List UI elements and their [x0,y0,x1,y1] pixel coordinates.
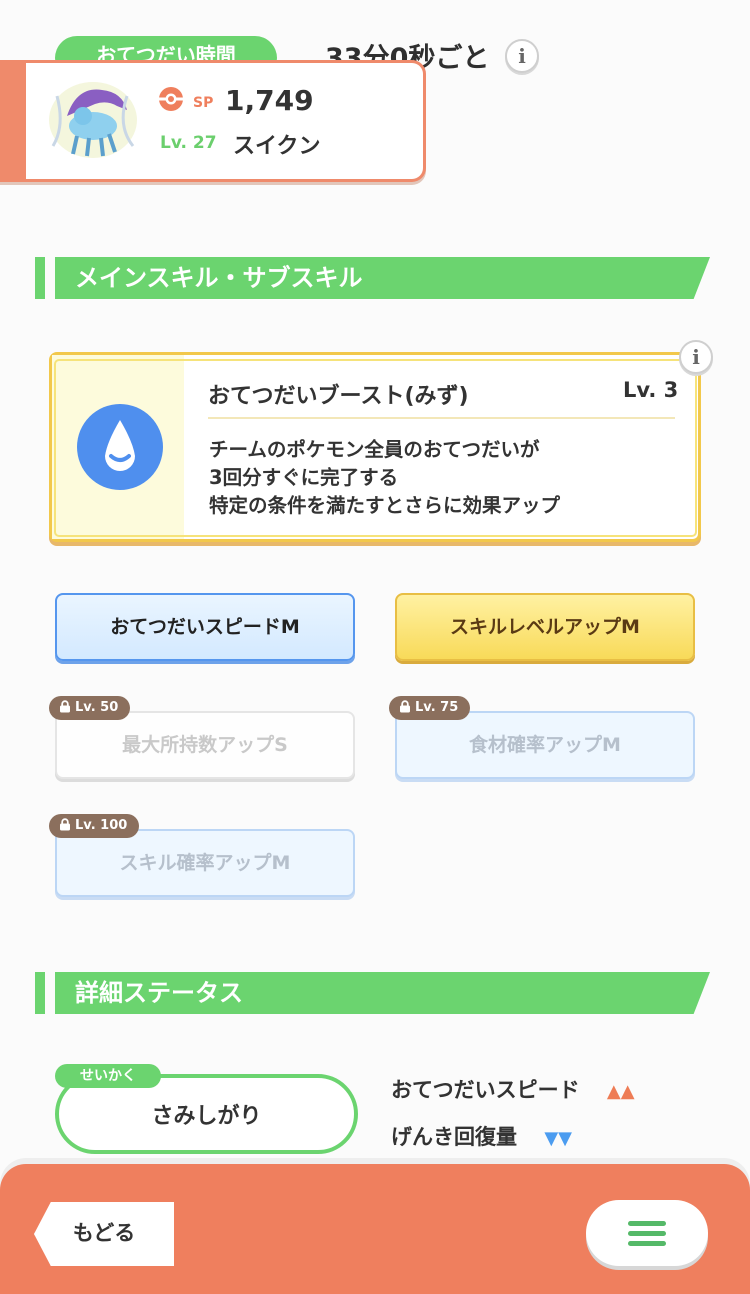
divider [208,417,675,419]
sp-label: SP [193,95,214,111]
suicune-portrait-icon [49,82,137,158]
sub-skill-button-locked[interactable]: 食材確率アップM [395,711,695,779]
info-icon[interactable]: i [505,39,539,73]
back-button[interactable]: もどる [34,1202,174,1266]
unlock-level-badge: Lv. 100 [49,814,140,838]
nature-value: さみしがり [151,1104,262,1129]
nature-up-stat-label: おてつだいスピード [391,1078,580,1102]
unlock-level-text: Lv. 50 [75,700,119,715]
skills-section-title: メインスキル・サブスキル [55,257,710,299]
main-skill-level: Lv. 3 [623,378,679,402]
sp-value: 1,749 [225,84,314,117]
menu-icon [628,1221,666,1226]
sub-skill-button[interactable]: おてつだいスピードM [55,593,355,661]
lock-icon [60,818,70,831]
pokemon-card-accent [0,60,26,182]
nature-up-stat: おてつだいスピード ▲▲ [391,1074,635,1104]
section-accent [35,257,45,299]
unlock-level-badge: Lv. 75 [389,696,471,720]
lock-icon [400,700,410,713]
unlock-level-text: Lv. 100 [75,818,128,833]
nature-tag: せいかく [55,1064,161,1088]
pokemon-level: Lv. 27 [160,133,217,153]
menu-button[interactable] [586,1200,708,1266]
unlock-level-badge: Lv. 50 [49,696,131,720]
menu-icon [628,1231,666,1236]
down-arrows-icon: ▼▼ [544,1128,572,1149]
nature-down-stat-label: げんき回復量 [391,1125,517,1149]
sub-skill-button-locked[interactable]: スキル確率アップM [55,829,355,897]
main-skill-desc-line: 3回分すぐに完了する [209,466,399,489]
menu-icon [628,1241,666,1246]
status-section-title: 詳細ステータス [55,972,710,1014]
skill-info-icon[interactable]: i [679,340,713,374]
water-drop-icon [77,404,163,490]
main-skill-desc-line: 特定の条件を満たすとさらに効果アップ [209,494,561,517]
unlock-level-text: Lv. 75 [415,700,459,715]
nature-down-stat: げんき回復量 ▼▼ [391,1121,572,1151]
pokemon-name: スイクン [233,134,321,159]
main-skill-name: おてつだいブースト(みず) [208,384,469,409]
section-accent [35,972,45,1014]
sub-skill-button[interactable]: スキルレベルアップM [395,593,695,661]
strength-icon [159,87,183,111]
up-arrows-icon: ▲▲ [606,1081,635,1102]
main-skill-desc-line: チームのポケモン全員のおてつだいが [209,438,540,461]
sub-skill-button-locked[interactable]: 最大所持数アップS [55,711,355,779]
lock-icon [60,700,70,713]
